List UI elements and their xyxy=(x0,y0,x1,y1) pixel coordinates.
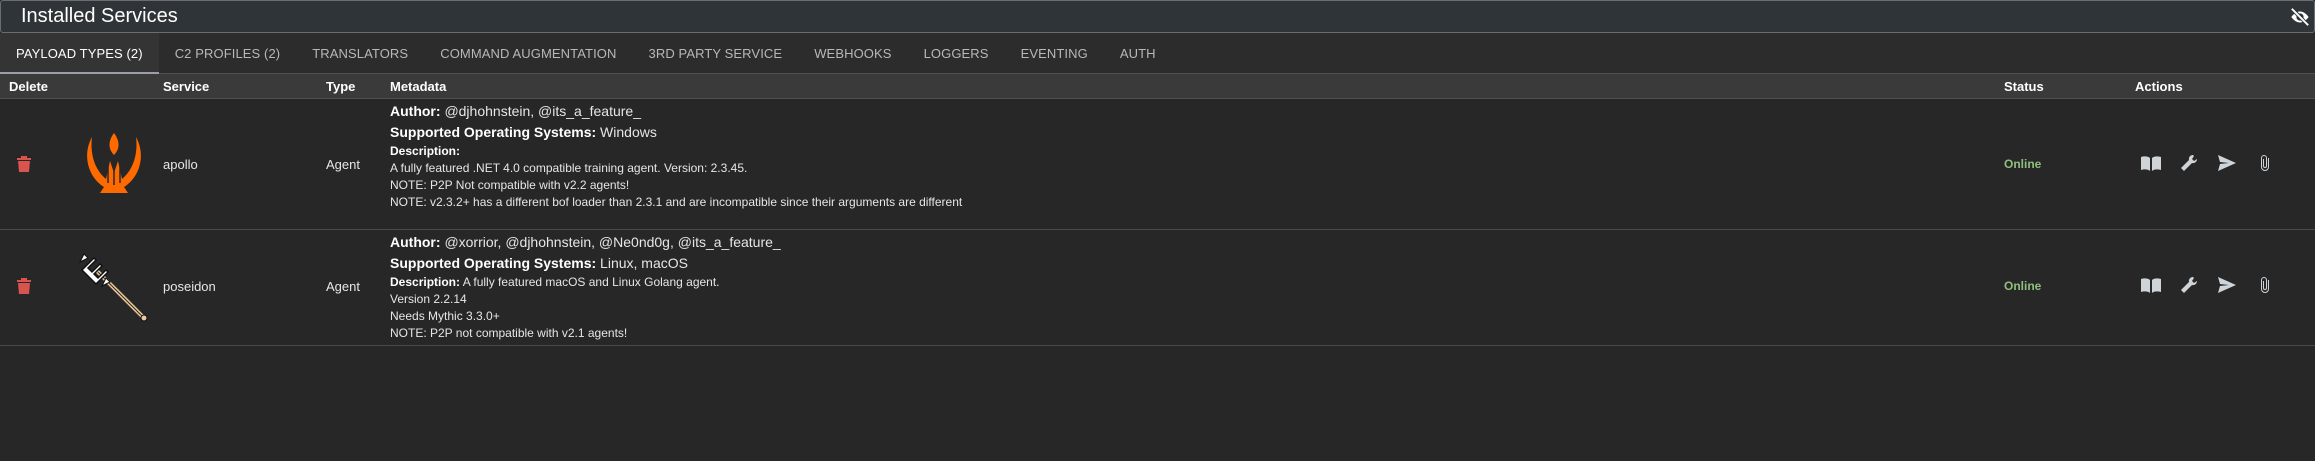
trash-icon[interactable] xyxy=(17,278,31,294)
author-label: Author: xyxy=(390,234,441,250)
os-label: Supported Operating Systems: xyxy=(390,255,597,271)
description-line: Version 2.2.14 xyxy=(390,292,467,306)
service-name: apollo xyxy=(163,157,198,172)
service-type: Agent xyxy=(326,157,360,172)
documentation-icon[interactable] xyxy=(2140,275,2162,295)
row-actions xyxy=(2140,275,2276,295)
column-status: Status xyxy=(2004,79,2044,94)
description-inline: A fully featured macOS and Linux Golang … xyxy=(462,275,720,289)
send-icon[interactable] xyxy=(2216,275,2238,295)
description-line: A fully featured .NET 4.0 compatible tra… xyxy=(390,161,748,175)
service-tabs: PAYLOAD TYPES (2) C2 PROFILES (2) TRANSL… xyxy=(0,33,2315,74)
tab-webhooks[interactable]: WEBHOOKS xyxy=(798,33,907,73)
wrench-icon[interactable] xyxy=(2178,153,2200,173)
trash-icon[interactable] xyxy=(17,156,31,172)
column-metadata: Metadata xyxy=(390,79,447,94)
service-metadata: Author: @djhohnstein, @its_a_feature_ Su… xyxy=(390,101,1950,211)
service-name: poseidon xyxy=(163,279,216,294)
table-header: Delete Service Type Metadata Status Acti… xyxy=(0,74,2315,99)
description-label: Description: xyxy=(390,144,461,158)
description-line: Needs Mythic 3.3.0+ xyxy=(390,309,500,323)
description-line: NOTE: P2P not compatible with v2.1 agent… xyxy=(390,326,628,340)
trident-icon xyxy=(78,252,150,324)
tab-c2-profiles[interactable]: C2 PROFILES (2) xyxy=(159,33,297,73)
description-label: Description: xyxy=(390,275,461,289)
eye-slash-icon[interactable] xyxy=(2289,7,2311,27)
os-label: Supported Operating Systems: xyxy=(390,124,597,140)
description-line: NOTE: P2P Not compatible with v2.2 agent… xyxy=(390,178,630,192)
column-delete: Delete xyxy=(9,79,49,94)
os-value: Windows xyxy=(600,124,657,140)
column-actions[interactable]: Actions xyxy=(2135,79,2183,94)
column-type: Type xyxy=(326,79,356,94)
status-badge: Online xyxy=(2004,157,2042,171)
paperclip-icon[interactable] xyxy=(2254,275,2276,295)
service-type: Agent xyxy=(326,279,360,294)
description-line: NOTE: v2.3.2+ has a different bof loader… xyxy=(390,195,963,209)
author-label: Author: xyxy=(390,103,441,119)
row-actions xyxy=(2140,153,2276,173)
author-value: @xorrior, @djhohnstein, @Ne0nd0g, @its_a… xyxy=(444,234,781,250)
send-icon[interactable] xyxy=(2216,153,2238,173)
author-value: @djhohnstein, @its_a_feature_ xyxy=(444,103,641,119)
tab-auth[interactable]: AUTH xyxy=(1104,33,1172,73)
page-header: Installed Services xyxy=(0,0,2315,33)
status-badge: Online xyxy=(2004,279,2042,293)
tab-3rd-party-service[interactable]: 3RD PARTY SERVICE xyxy=(633,33,799,73)
tab-eventing[interactable]: EVENTING xyxy=(1005,33,1104,73)
page-title: Installed Services xyxy=(21,5,178,27)
documentation-icon[interactable] xyxy=(2140,153,2162,173)
os-value: Linux, macOS xyxy=(600,255,688,271)
column-service: Service xyxy=(163,79,210,94)
service-metadata: Author: @xorrior, @djhohnstein, @Ne0nd0g… xyxy=(390,232,1950,342)
table-row: poseidon Agent Author: @xorrior, @djhohn… xyxy=(0,230,2315,346)
tab-translators[interactable]: TRANSLATORS xyxy=(296,33,424,73)
wrench-icon[interactable] xyxy=(2178,275,2200,295)
table-row: apollo Agent Author: @djhohnstein, @its_… xyxy=(0,99,2315,230)
tab-loggers[interactable]: LOGGERS xyxy=(908,33,1005,73)
tab-command-augmentation[interactable]: COMMAND AUGMENTATION xyxy=(424,33,632,73)
paperclip-icon[interactable] xyxy=(2254,153,2276,173)
tab-payload-types[interactable]: PAYLOAD TYPES (2) xyxy=(0,33,159,74)
lyre-icon xyxy=(78,125,150,197)
